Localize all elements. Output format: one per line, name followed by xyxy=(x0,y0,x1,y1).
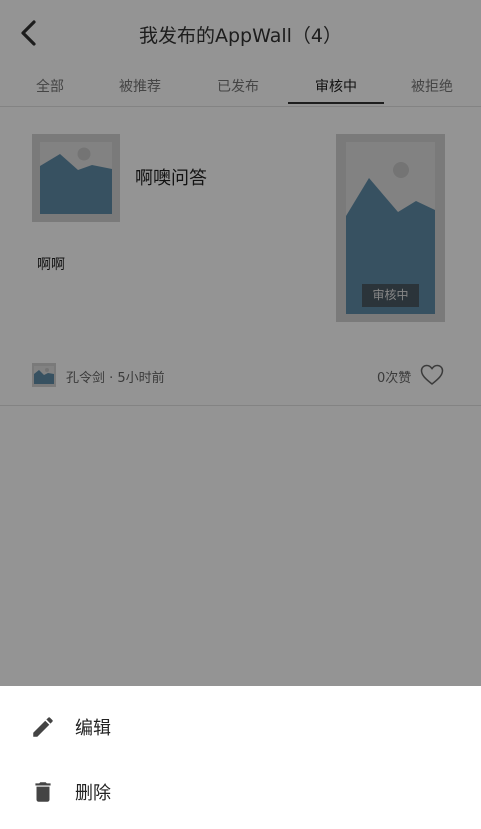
action-sheet: 编辑 删除 xyxy=(0,686,481,829)
edit-option[interactable]: 编辑 xyxy=(0,694,481,758)
delete-label: 删除 xyxy=(75,783,111,804)
trash-icon xyxy=(35,782,51,802)
pencil-icon xyxy=(33,717,53,737)
edit-label: 编辑 xyxy=(75,718,111,739)
delete-option[interactable]: 删除 xyxy=(0,759,481,823)
